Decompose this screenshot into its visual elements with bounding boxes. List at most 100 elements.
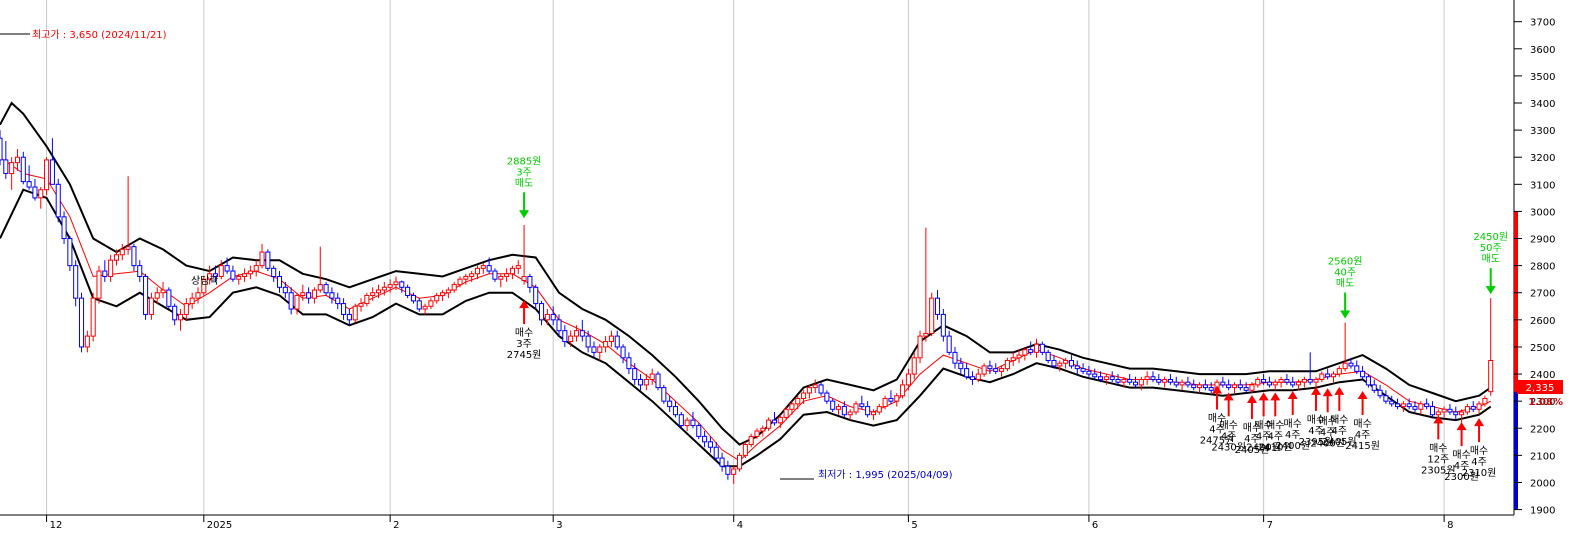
sell-signal-label: 매도: [515, 177, 533, 189]
y-tick-label: 3500: [1530, 72, 1555, 83]
candle-body: [987, 365, 993, 370]
buy-signal-label: 매수: [1219, 419, 1237, 431]
candle-body: [1360, 370, 1366, 378]
candle-body: [1249, 384, 1255, 391]
candle-body: [329, 292, 335, 299]
candle-body: [969, 376, 975, 380]
candle-body: [294, 294, 300, 310]
y-tick-label: 2100: [1530, 451, 1555, 462]
candle-body: [49, 159, 55, 185]
candle-body: [486, 265, 492, 272]
candle-body: [1132, 381, 1139, 386]
x-tick-label: 7: [1267, 520, 1273, 531]
candle-body: [696, 425, 702, 437]
candle-body: [975, 373, 981, 380]
candle-body: [440, 292, 446, 296]
candle-body: [498, 275, 504, 280]
candle-body: [876, 406, 882, 413]
candle-body: [335, 297, 341, 305]
candle-body: [521, 275, 527, 282]
y-tick-label: 1900: [1530, 506, 1555, 517]
candle-body: [1144, 376, 1150, 380]
candle-body: [934, 297, 941, 315]
candle-body: [1237, 384, 1243, 389]
y-tick-label: 2000: [1530, 478, 1555, 489]
candle-body: [1063, 360, 1069, 364]
candle-body: [428, 300, 434, 307]
candle-body: [1313, 378, 1319, 383]
candle-body: [1138, 378, 1144, 386]
candle-body: [847, 411, 853, 416]
candle-body: [1406, 403, 1412, 408]
y-tick-label: 2900: [1530, 235, 1555, 246]
candle-body: [1383, 395, 1389, 402]
y-tick-label: 3300: [1530, 126, 1555, 137]
candle-body: [1488, 360, 1494, 393]
candle-body: [777, 416, 783, 424]
candle-body: [917, 335, 923, 359]
buy-signal-label: 3주: [516, 339, 532, 350]
candle-body: [143, 275, 149, 315]
y-tick-label: 2500: [1530, 343, 1555, 354]
candle-body: [573, 330, 580, 337]
candle-body: [1290, 381, 1296, 386]
candle-body: [742, 444, 748, 456]
candle-body: [678, 414, 684, 427]
candle-body: [1004, 360, 1010, 370]
buy-signal-label: 매수: [1330, 414, 1348, 426]
candle-body: [300, 292, 306, 296]
candle-body: [550, 313, 556, 321]
candle-body: [1191, 384, 1197, 389]
candle-body: [131, 246, 137, 267]
candle-body: [1057, 362, 1063, 367]
candle-body: [527, 275, 533, 288]
candle-body: [1121, 378, 1127, 383]
candle-body: [1150, 376, 1156, 380]
y-tick-label: 3400: [1530, 99, 1555, 110]
candle-body: [61, 216, 67, 240]
x-tick-label: 12: [50, 520, 63, 531]
candle-body: [1167, 378, 1173, 383]
candle-body: [78, 297, 85, 348]
candle-body: [14, 156, 21, 164]
candle-body: [946, 335, 952, 353]
candle-body: [26, 181, 32, 188]
candle-body: [364, 294, 370, 305]
sell-signal-label: 매도: [1336, 278, 1354, 290]
buy-signal-label: 4주: [1471, 457, 1487, 468]
buy-signal-label: 매수: [1470, 445, 1488, 457]
candle-body: [859, 403, 865, 408]
buy-signal-label: 2415원: [1345, 440, 1380, 452]
candle-body: [393, 281, 399, 286]
candle-body: [661, 387, 667, 402]
y-tick-label: 2200: [1530, 424, 1555, 435]
candle-body: [1028, 349, 1034, 353]
candle-body: [888, 397, 894, 402]
candle-body: [1039, 343, 1045, 353]
candle-body: [1051, 360, 1057, 367]
candle-body: [1016, 354, 1022, 359]
candle-body: [818, 384, 824, 394]
candle-body: [1301, 378, 1307, 383]
candle-body: [870, 411, 876, 416]
x-tick-label: 5: [911, 520, 917, 531]
y-tick-label: 3000: [1530, 207, 1555, 218]
sell-signal-label: 2885원: [507, 155, 542, 167]
candle-body: [1342, 362, 1348, 370]
buy-signal-label: 4주: [1332, 426, 1348, 437]
y-tick-label: 3100: [1530, 180, 1555, 191]
sell-signal-label: 3주: [516, 167, 532, 178]
candle-body: [381, 286, 387, 291]
candle-body: [137, 265, 143, 277]
candle-body: [259, 251, 265, 267]
candle-body: [1202, 384, 1208, 389]
candle-body: [614, 335, 620, 348]
candle-body: [474, 267, 481, 275]
x-tick-label: 4: [737, 520, 743, 531]
candle-body: [73, 265, 79, 299]
candle-body: [346, 313, 352, 321]
candle-body: [632, 368, 638, 380]
candle-body: [113, 254, 119, 261]
sell-signal-label: 40주: [1334, 268, 1356, 279]
candle-body: [1354, 365, 1360, 372]
